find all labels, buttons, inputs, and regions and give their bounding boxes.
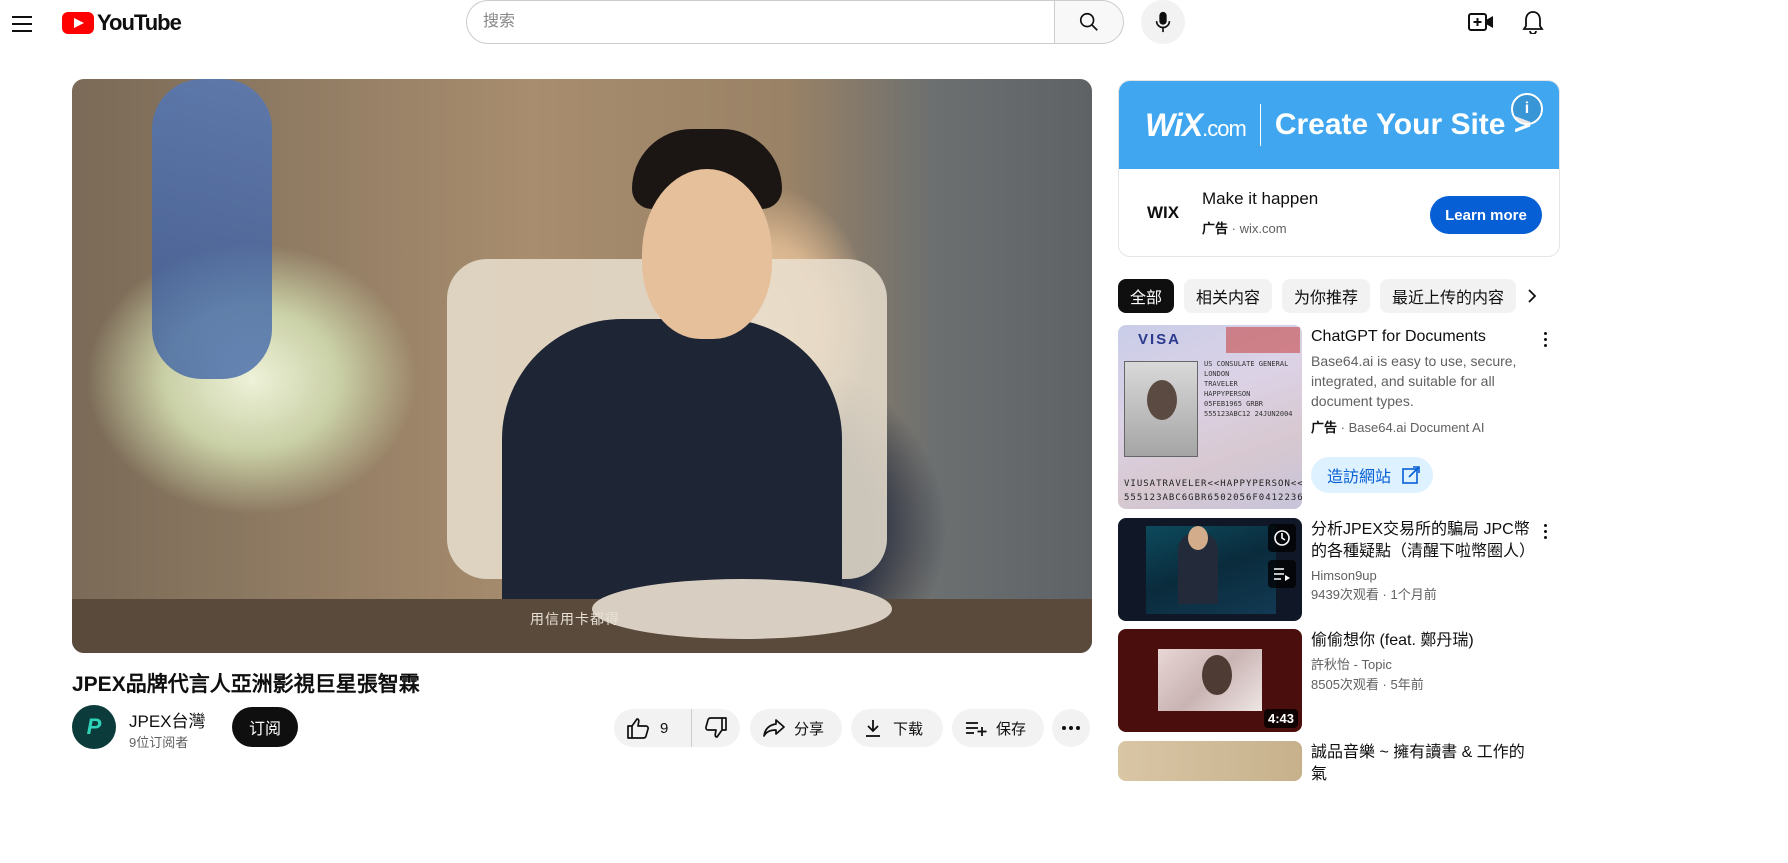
ad-label: 广告 xyxy=(1202,221,1229,236)
video-duration: 4:43 xyxy=(1263,709,1298,728)
bell-icon xyxy=(1522,11,1544,34)
more-vert-icon[interactable] xyxy=(1536,520,1554,542)
search-bar xyxy=(466,0,1124,44)
like-dislike-group: 9 xyxy=(614,709,740,747)
rec-title[interactable]: 偷偷想你 (feat. 鄭丹瑞) xyxy=(1311,630,1531,652)
rec-thumbnail[interactable] xyxy=(1118,741,1302,781)
watch-later-icon[interactable] xyxy=(1268,524,1296,552)
thumbs-down-icon xyxy=(705,717,727,738)
rec-thumbnail[interactable] xyxy=(1118,518,1302,621)
search-input[interactable] xyxy=(466,0,1054,44)
create-video-button[interactable] xyxy=(1466,8,1496,36)
ad-banner-logo: WiX.com xyxy=(1145,106,1247,143)
visa-mrz: VIUSATRAVELER<<HAPPYPERSON<<<< 555123ABC6… xyxy=(1124,479,1302,503)
voice-search-button[interactable] xyxy=(1141,0,1185,44)
chip-recommended[interactable]: 为你推荐 xyxy=(1282,279,1371,313)
menu-icon[interactable] xyxy=(12,12,36,36)
more-actions-button[interactable] xyxy=(1052,709,1090,747)
youtube-play-icon xyxy=(62,11,94,34)
save-button[interactable]: 保存 xyxy=(952,709,1044,747)
chevron-right-icon[interactable] xyxy=(1520,284,1544,308)
search-button[interactable] xyxy=(1054,0,1124,44)
thumbs-up-icon xyxy=(627,718,649,739)
download-icon xyxy=(866,720,880,737)
ad-info-icon[interactable]: i xyxy=(1511,93,1543,125)
video-title: JPEX品牌代言人亞洲影視巨星張智霖 xyxy=(72,673,420,696)
rec-title[interactable]: 誠品音樂 ~ 擁有讀書 & 工作的氣 xyxy=(1311,742,1531,786)
chip-recently-uploaded[interactable]: 最近上传的内容 xyxy=(1380,279,1517,313)
chip-related[interactable]: 相关内容 xyxy=(1184,279,1273,313)
more-horizontal-icon xyxy=(1062,726,1080,730)
external-link-icon xyxy=(1402,466,1420,484)
share-icon xyxy=(763,719,785,737)
download-label: 下载 xyxy=(893,720,924,738)
filter-chips: 全部 相关内容 为你推荐 最近上传的内容 xyxy=(1118,279,1558,313)
download-button[interactable]: 下载 xyxy=(851,709,943,747)
dislike-button[interactable] xyxy=(692,709,740,747)
video-frame-person-face xyxy=(642,169,772,339)
channel-name[interactable]: JPEX台灣 xyxy=(129,707,206,732)
rec-thumbnail[interactable]: 4:43 xyxy=(1118,629,1302,732)
ad-headline: Make it happen xyxy=(1202,189,1319,208)
add-to-queue-icon[interactable] xyxy=(1268,560,1296,588)
rec-stats: 8505次观看 · 5年前 xyxy=(1311,677,1424,692)
rec-description: Base64.ai is easy to use, secure, integr… xyxy=(1311,353,1517,409)
share-label: 分享 xyxy=(794,720,825,738)
visa-label: VISA xyxy=(1138,331,1182,348)
youtube-logo[interactable]: YouTube xyxy=(62,9,182,35)
ad-domain: wix.com xyxy=(1239,221,1287,236)
channel-subscriber-count: 9位订阅者 xyxy=(129,735,189,750)
video-frame-plate xyxy=(592,579,892,639)
top-header: YouTube xyxy=(0,0,1788,56)
visa-banner-decoration xyxy=(1226,327,1300,353)
share-button[interactable]: 分享 xyxy=(750,709,842,747)
advertiser-logo: WIX xyxy=(1147,203,1180,222)
rec-title[interactable]: ChatGPT for Documents xyxy=(1311,326,1531,348)
rec-title[interactable]: 分析JPEX交易所的騙局 JPC幣的各種疑點（清醒下啦幣圈人） xyxy=(1311,519,1535,563)
learn-more-button[interactable]: Learn more xyxy=(1430,196,1542,234)
microphone-icon xyxy=(1155,11,1171,33)
save-label: 保存 xyxy=(996,720,1027,738)
channel-avatar[interactable]: P xyxy=(72,705,116,749)
visit-site-button[interactable]: 造訪網站 xyxy=(1311,457,1433,493)
rec-channel[interactable]: 許秋怡 - Topic xyxy=(1311,655,1531,675)
search-icon xyxy=(1079,12,1098,31)
rec-stats: 9439次观看 · 1个月前 xyxy=(1311,587,1437,602)
playlist-add-icon xyxy=(966,722,987,736)
video-frame-window xyxy=(152,79,272,379)
ad-banner-slogan: Create Your Site > xyxy=(1274,108,1532,141)
ad-banner[interactable]: WiX.com Create Your Site > xyxy=(1119,81,1559,169)
video-burned-subtitle: 用信用卡都得 xyxy=(530,611,620,627)
video-player[interactable]: 用信用卡都得 xyxy=(72,79,1092,653)
more-vert-icon[interactable] xyxy=(1536,328,1554,350)
rec-channel[interactable]: Himson9up xyxy=(1311,566,1531,586)
subscribe-button[interactable]: 订阅 xyxy=(232,707,298,747)
ad-card[interactable]: WiX.com Create Your Site > i WIX Make it… xyxy=(1118,80,1560,257)
channel-avatar-letter: P xyxy=(86,714,102,739)
thumbnail-photo xyxy=(1158,649,1262,711)
like-button[interactable]: 9 xyxy=(614,709,692,747)
visa-photo xyxy=(1124,361,1198,457)
chip-all[interactable]: 全部 xyxy=(1118,279,1175,313)
rec-ad-meta: 广告 · Base64.ai Document AI xyxy=(1311,420,1485,435)
like-count: 9 xyxy=(660,719,669,737)
ad-thumbnail[interactable]: VISA US CONSULATE GENERAL LONDON TRAVELE… xyxy=(1118,325,1302,509)
thumbnail-person xyxy=(1178,526,1218,604)
ad-meta: 广告 · wix.com xyxy=(1202,221,1287,236)
visit-site-label: 造訪網站 xyxy=(1327,469,1392,486)
logo-text: YouTube xyxy=(97,9,182,35)
video-add-icon xyxy=(1468,13,1493,31)
visa-fields: US CONSULATE GENERAL LONDON TRAVELER HAP… xyxy=(1204,360,1293,418)
ad-banner-divider xyxy=(1259,104,1261,146)
notifications-button[interactable] xyxy=(1518,8,1548,36)
